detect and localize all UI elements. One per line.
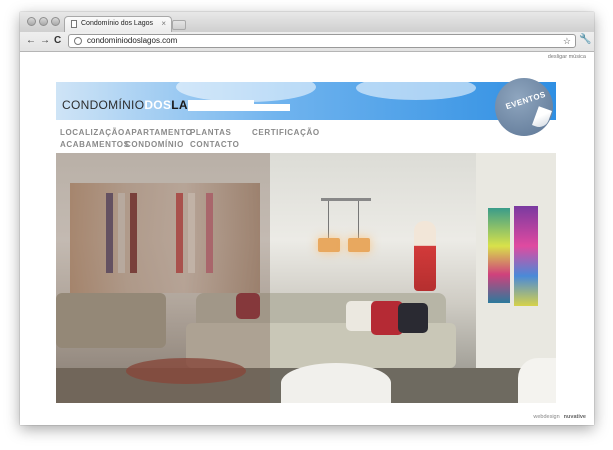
- photo-painting: [514, 206, 538, 306]
- tab-close-icon[interactable]: ×: [161, 19, 166, 28]
- forward-button[interactable]: →: [40, 35, 50, 47]
- menu-item-contacto[interactable]: CONTACTO: [190, 140, 239, 149]
- photo-pendant-lamp: [348, 238, 370, 252]
- photo-wall-art: [414, 221, 436, 291]
- menu-item-acabamentos[interactable]: ACABAMENTOS: [60, 140, 130, 149]
- footer-credit-label: webdesign: [533, 414, 560, 420]
- footer-brand: nuvative: [563, 414, 586, 420]
- tab-title: Condomínio dos Lagos: [81, 20, 153, 27]
- photo-pendant-lamp: [318, 238, 340, 252]
- new-tab-button[interactable]: [172, 20, 186, 30]
- hero-photo: [56, 153, 556, 403]
- bookmark-star-icon[interactable]: ☆: [563, 35, 571, 47]
- photo-lamp-wire: [328, 201, 329, 239]
- footer-credit[interactable]: webdesign nuvative: [533, 414, 586, 420]
- logo-part-dos: DOS: [144, 98, 172, 112]
- page-curl-icon: [532, 106, 552, 130]
- back-button[interactable]: ←: [26, 35, 36, 47]
- cloud-decoration: [356, 82, 476, 100]
- music-toggle-link[interactable]: desligar música: [548, 54, 586, 60]
- reload-button[interactable]: C: [54, 35, 61, 47]
- photo-painting: [488, 208, 510, 303]
- photo-lamp-wire: [358, 201, 359, 239]
- browser-tab[interactable]: Condomínio dos Lagos ×: [64, 16, 172, 32]
- photo-chair: [281, 363, 391, 403]
- wrench-menu-icon[interactable]: 🔧: [579, 34, 591, 45]
- menu-item-apartamento[interactable]: APARTAMENTO: [125, 128, 193, 137]
- globe-icon: [74, 37, 82, 45]
- photo-overlay: [56, 153, 270, 403]
- zoom-window-button[interactable]: [51, 17, 60, 26]
- logo-stripe: [188, 100, 254, 109]
- address-bar[interactable]: condominiodoslagos.com ☆: [68, 34, 576, 48]
- logo-stripe: [188, 109, 290, 111]
- browser-toolbar: ← → C condominiodoslagos.com ☆ 🔧: [20, 32, 594, 52]
- title-bar: Condomínio dos Lagos ×: [20, 12, 594, 32]
- menu-item-plantas[interactable]: PLANTAS: [190, 128, 231, 137]
- minimize-window-button[interactable]: [39, 17, 48, 26]
- header-banner: CONDOMÍNIODOSLAGOS: [56, 82, 556, 120]
- close-window-button[interactable]: [27, 17, 36, 26]
- url-text[interactable]: condominiodoslagos.com: [87, 35, 177, 47]
- photo-chair: [518, 358, 556, 403]
- menu-item-condominio[interactable]: CONDOMÍNIO: [125, 140, 184, 149]
- menu-item-localizacao[interactable]: LOCALIZAÇÃO: [60, 128, 125, 137]
- page-viewport: desligar música CONDOMÍNIODOSLAGOS EVENT…: [20, 52, 594, 425]
- photo-pillow: [398, 303, 428, 333]
- browser-window: Condomínio dos Lagos × ← → C condominiod…: [20, 12, 594, 425]
- logo-part-condominio: CONDOMÍNIO: [62, 98, 145, 112]
- menu-item-certificacao[interactable]: CERTIFICAÇÃO: [252, 128, 320, 137]
- page-icon: [71, 20, 77, 28]
